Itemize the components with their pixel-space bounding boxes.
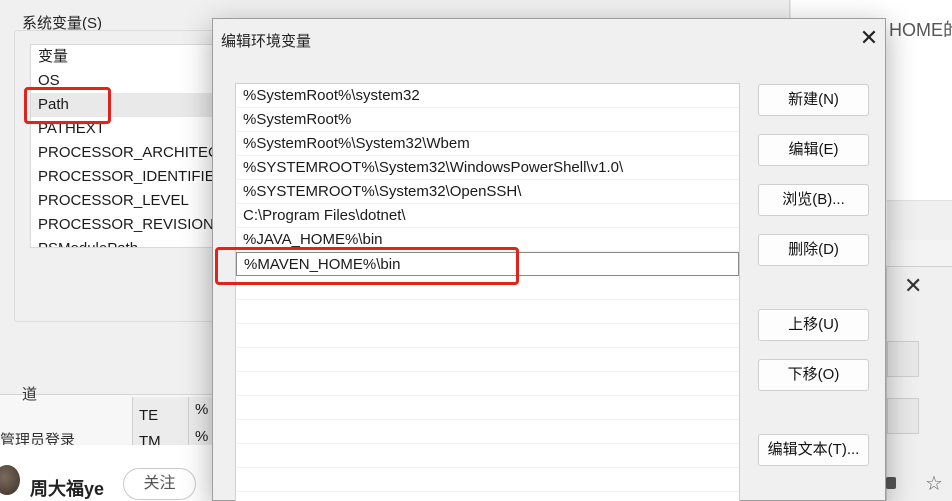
- empty-row: [236, 444, 739, 468]
- empty-row: [236, 396, 739, 420]
- empty-row: [236, 372, 739, 396]
- empty-row: [236, 492, 739, 501]
- empty-row: [236, 324, 739, 348]
- empty-row: [236, 348, 739, 372]
- table-cell: %: [195, 401, 209, 418]
- close-icon[interactable]: ✕: [857, 27, 881, 51]
- edit-environment-variable-dialog: 编辑环境变量 ✕ %SystemRoot%\system32 %SystemRoo…: [212, 18, 886, 501]
- table-divider: [188, 397, 189, 445]
- table-cell: TE: [139, 407, 159, 424]
- path-entry[interactable]: %SystemRoot%\system32: [236, 84, 739, 108]
- path-entry[interactable]: C:\Program Files\dotnet\: [236, 204, 739, 228]
- edit-button[interactable]: 编辑(E): [758, 134, 869, 166]
- background-heading-fragment: HOME的: [889, 20, 952, 40]
- table-cell: %: [195, 428, 209, 445]
- background-table: TE TM % %: [132, 397, 215, 450]
- author-bar: 周大福ye 关注: [0, 445, 215, 501]
- path-entry[interactable]: %SYSTEMROOT%\System32\OpenSSH\: [236, 180, 739, 204]
- path-entry[interactable]: %SystemRoot%: [236, 108, 739, 132]
- move-down-button[interactable]: 下移(O): [758, 359, 869, 391]
- path-highlight-box: [24, 87, 111, 124]
- empty-row: [236, 420, 739, 444]
- follow-button[interactable]: 关注: [123, 468, 196, 500]
- edit-text-button[interactable]: 编辑文本(T)...: [758, 434, 869, 466]
- path-entry[interactable]: %SystemRoot%\System32\Wbem: [236, 132, 739, 156]
- browse-button[interactable]: 浏览(B)...: [758, 184, 869, 216]
- comment-icon[interactable]: [886, 477, 896, 489]
- background-dialog-right: ✕ ☆: [886, 266, 952, 501]
- empty-row: [236, 468, 739, 492]
- delete-button[interactable]: 删除(D): [758, 234, 869, 266]
- close-icon[interactable]: ✕: [904, 273, 922, 299]
- background-field: [887, 341, 919, 377]
- background-field: [887, 398, 919, 434]
- dialog-title: 编辑环境变量: [221, 33, 312, 50]
- background-text: 道: [22, 386, 38, 403]
- path-list[interactable]: %SystemRoot%\system32 %SystemRoot% %System…: [235, 83, 740, 501]
- maven-highlight-box: [215, 247, 519, 285]
- author-name[interactable]: 周大福ye: [30, 475, 104, 501]
- avatar[interactable]: [0, 465, 20, 495]
- new-button[interactable]: 新建(N): [758, 84, 869, 116]
- star-icon[interactable]: ☆: [925, 471, 943, 496]
- path-entry[interactable]: %SYSTEMROOT%\System32\WindowsPowerShell\…: [236, 156, 739, 180]
- empty-row: [236, 300, 739, 324]
- background-strip: [887, 200, 952, 240]
- move-up-button[interactable]: 上移(U): [758, 309, 869, 341]
